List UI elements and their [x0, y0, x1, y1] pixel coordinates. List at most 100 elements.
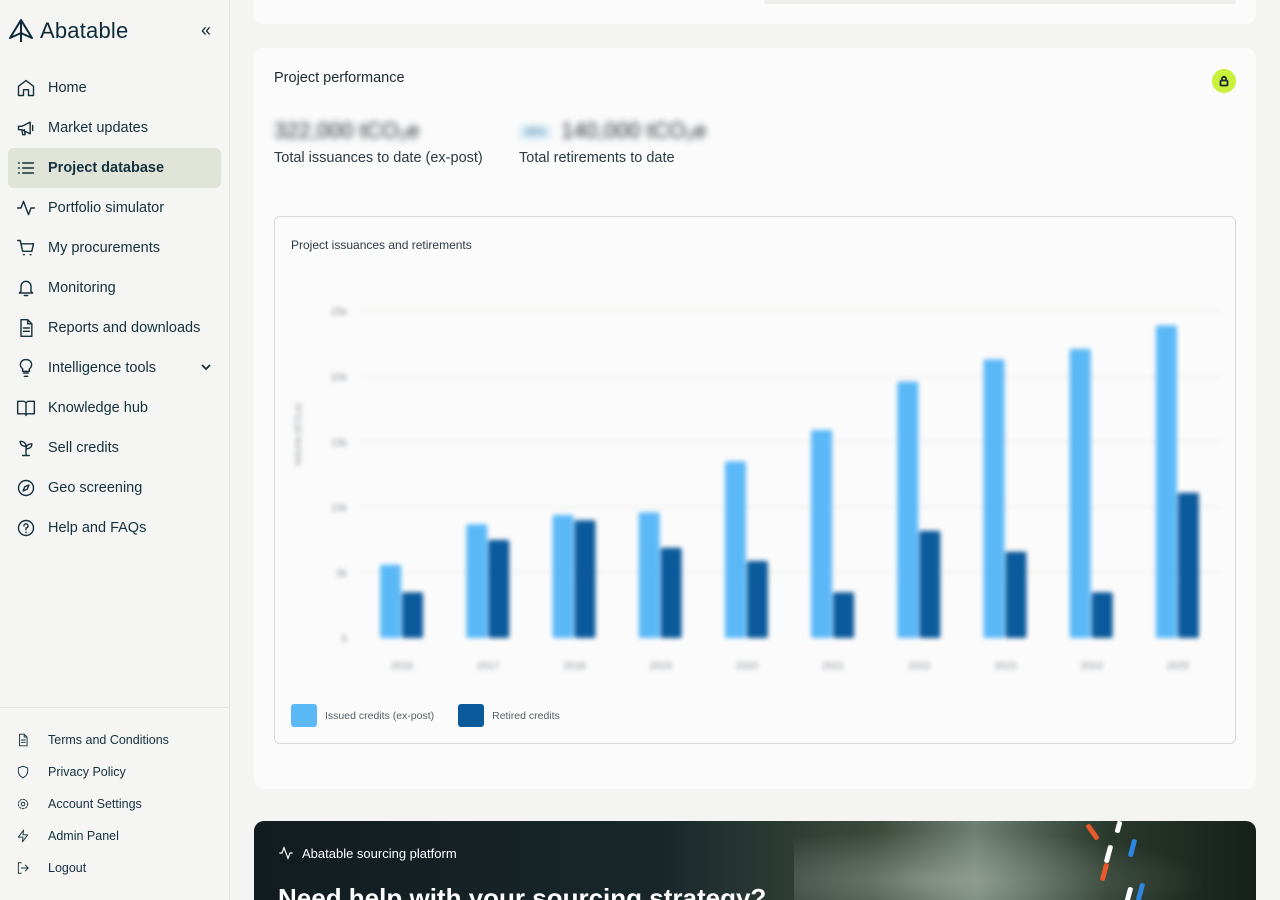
banner-heading: Need help with your sourcing strategy?	[278, 883, 767, 900]
sidebar-item-label: My procurements	[48, 240, 161, 256]
sidebar-item-knowledge-hub[interactable]: Knowledge hub	[8, 388, 221, 428]
footer-nav: Terms and Conditions Privacy Policy Acco…	[16, 724, 221, 884]
bar-issued	[552, 515, 574, 638]
footer-item-label: Account Settings	[48, 797, 142, 811]
banner-tag: Abatable sourcing platform	[278, 845, 457, 861]
help-icon	[16, 518, 36, 538]
legend-item-issued[interactable]: Issued credits (ex-post)	[291, 704, 434, 727]
bar-issued	[466, 524, 488, 638]
sidebar-item-intelligence-tools[interactable]: Intelligence tools	[8, 348, 221, 388]
y-tick-label: 20k	[331, 372, 348, 383]
sidebar-item-help-and-faqs[interactable]: Help and FAQs	[8, 508, 221, 548]
sidebar-item-project-database[interactable]: Project database	[8, 148, 221, 188]
x-tick-label: 2025	[1167, 661, 1190, 672]
sidebar-divider	[0, 707, 229, 708]
y-tick-label: 25k	[331, 307, 348, 318]
y-axis-label: Volume (tCO₂e)	[293, 403, 303, 466]
sidebar-item-portfolio-simulator[interactable]: Portfolio simulator	[8, 188, 221, 228]
sidebar-item-label: Knowledge hub	[48, 400, 148, 416]
legend-label: Retired credits	[492, 709, 560, 722]
issuances-retirements-chart: Project issuances and retirements 0 5k 10k…	[274, 216, 1236, 744]
bar-issued	[1155, 325, 1177, 638]
footer-item-admin-panel[interactable]: Admin Panel	[16, 820, 221, 852]
x-tick-label: 2021	[822, 661, 845, 672]
home-icon	[16, 78, 36, 98]
retirements-stat: 45% 140,000 tCO₂e Total retirements to da…	[519, 118, 707, 166]
activity-icon	[16, 198, 36, 218]
card-title: Project performance	[274, 70, 405, 86]
footer-item-label: Logout	[48, 861, 87, 875]
sidebar-item-my-procurements[interactable]: My procurements	[8, 228, 221, 268]
y-tick-label: 0	[341, 634, 347, 645]
sidebar-item-label: Help and FAQs	[48, 520, 147, 536]
sidebar-item-home[interactable]: Home	[8, 68, 221, 108]
banner-tag-label: Abatable sourcing platform	[302, 845, 457, 861]
footer-item-logout[interactable]: Logout	[16, 852, 221, 884]
bar-issued	[983, 359, 1005, 638]
issuances-value: 322,000 tCO₂e	[274, 118, 420, 143]
megaphone-icon	[16, 118, 36, 138]
chevron-down-icon[interactable]	[199, 360, 213, 374]
x-tick-label: 2022	[908, 661, 931, 672]
compass-icon	[16, 478, 36, 498]
sidebar-item-monitoring[interactable]: Monitoring	[8, 268, 221, 308]
bar-retired	[1005, 551, 1027, 638]
gear-icon	[16, 797, 30, 811]
bar-retired	[833, 592, 855, 638]
bar-retired	[746, 560, 768, 638]
sidebar-item-market-updates[interactable]: Market updates	[8, 108, 221, 148]
x-tick-label: 2019	[650, 661, 673, 672]
collapse-sidebar-icon[interactable]: «	[201, 21, 221, 39]
footer-item-account-settings[interactable]: Account Settings	[16, 788, 221, 820]
lock-icon[interactable]	[1212, 69, 1236, 93]
issuances-label: Total issuances to date (ex-post)	[274, 150, 483, 166]
y-tick-label: 5k	[336, 569, 348, 580]
cart-icon	[16, 238, 36, 258]
bar-issued	[1069, 348, 1091, 638]
bell-icon	[16, 278, 36, 298]
bolt-icon	[16, 829, 30, 843]
activity-icon	[279, 845, 293, 861]
lightbulb-icon	[16, 358, 36, 378]
brand-name: Abatable	[40, 18, 129, 43]
chart-legend: Issued credits (ex-post) Retired credits	[291, 704, 584, 727]
sidebar-item-sell-credits[interactable]: Sell credits	[8, 428, 221, 468]
sidebar-item-label: Portfolio simulator	[48, 200, 165, 216]
footer-item-label: Terms and Conditions	[48, 733, 169, 747]
retirements-percent-badge: 45%	[519, 124, 552, 140]
x-tick-label: 2018	[563, 661, 586, 672]
book-icon	[16, 398, 36, 418]
bar-retired	[402, 592, 424, 638]
previous-card-bar	[764, 0, 1236, 4]
document-icon	[16, 318, 36, 338]
bar-issued	[897, 381, 919, 638]
sprout-icon	[16, 438, 36, 458]
footer-item-privacy[interactable]: Privacy Policy	[16, 756, 221, 788]
footer-item-terms[interactable]: Terms and Conditions	[16, 724, 221, 756]
main-nav: Home Market updates Project database Por…	[8, 68, 221, 548]
bar-retired	[660, 547, 682, 638]
brand-logo[interactable]: Abatable	[8, 16, 128, 46]
sidebar-item-label: Project database	[48, 160, 165, 176]
legend-item-retired[interactable]: Retired credits	[458, 704, 560, 727]
x-tick-label: 2016	[391, 661, 414, 672]
project-performance-card: Project performance 322,000 tCO₂e Total …	[254, 48, 1256, 789]
bar-retired	[488, 539, 510, 638]
shield-icon	[16, 765, 30, 779]
sidebar-item-label: Reports and downloads	[48, 320, 201, 336]
sidebar-item-reports-and-downloads[interactable]: Reports and downloads	[8, 308, 221, 348]
sourcing-banner[interactable]: Abatable sourcing platform Need help wit…	[254, 821, 1256, 900]
sidebar-item-geo-screening[interactable]: Geo screening	[8, 468, 221, 508]
abatable-logo-icon	[9, 19, 33, 42]
x-tick-label: 2023	[994, 661, 1017, 672]
retirements-value-row: 45% 140,000 tCO₂e	[519, 118, 707, 144]
bar-issued	[638, 512, 660, 638]
legend-label: Issued credits (ex-post)	[325, 709, 435, 722]
sidebar-item-label: Market updates	[48, 120, 148, 136]
bar-retired	[574, 520, 596, 638]
list-icon	[16, 158, 36, 178]
bar-retired	[1091, 592, 1113, 638]
sidebar-item-label: Monitoring	[48, 280, 116, 296]
footer-item-label: Privacy Policy	[48, 765, 126, 779]
sidebar: Abatable « Home Market updates Project d…	[0, 0, 230, 900]
